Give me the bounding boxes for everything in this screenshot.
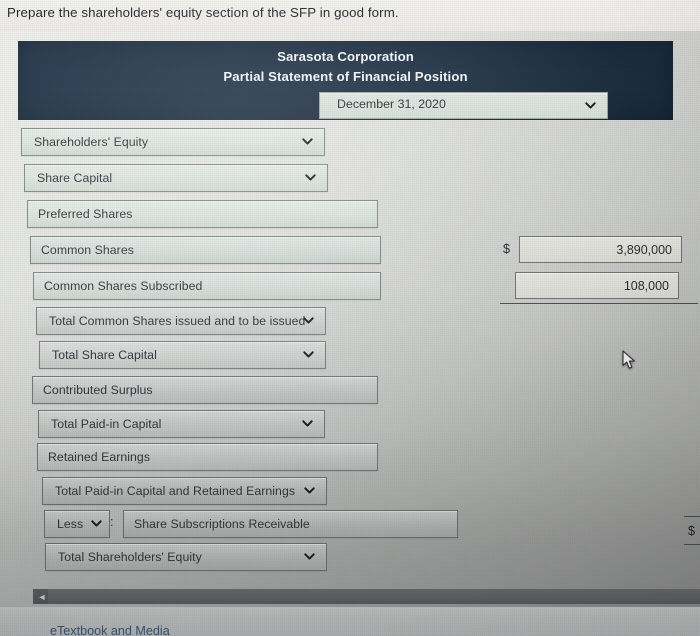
row-contributed-surplus[interactable]: Contributed Surplus [32, 376, 378, 404]
row-common-shares-subscribed[interactable]: Common Shares Subscribed [33, 272, 381, 300]
row-total-paid-in-capital[interactable]: Total Paid-in Capital [38, 410, 325, 438]
row-less-select[interactable]: Less [44, 510, 110, 538]
row-label: Total Share Capital [52, 348, 157, 362]
chevron-down-icon [302, 418, 313, 429]
chevron-down-icon [305, 172, 316, 183]
row-label: Share Subscriptions Receivable [134, 517, 310, 531]
chevron-down-icon [303, 315, 314, 326]
chevron-down-icon [585, 100, 596, 111]
less-separator: : [110, 515, 114, 529]
worksheet-screen: Prepare the shareholders' equity section… [0, 0, 700, 636]
currency-symbol: $ [503, 242, 511, 256]
row-common-shares[interactable]: Common Shares [30, 236, 381, 264]
chevron-down-icon [304, 551, 315, 562]
row-shareholders-equity[interactable]: Shareholders' Equity [21, 128, 325, 156]
row-label: Total Paid-in Capital and Retained Earni… [55, 484, 296, 498]
row-total-shareholders-equity[interactable]: Total Shareholders' Equity [45, 543, 327, 571]
mouse-cursor-icon [622, 350, 635, 369]
row-label: Total Shareholders' Equity [58, 550, 202, 564]
row-share-capital[interactable]: Share Capital [24, 164, 328, 192]
row-label: Total Paid-in Capital [51, 417, 162, 431]
row-label: Shareholders' Equity [34, 135, 149, 149]
row-label: Retained Earnings [48, 450, 151, 464]
subtotal-rule [500, 303, 698, 304]
row-total-paid-in-and-retained[interactable]: Total Paid-in Capital and Retained Earni… [42, 477, 327, 505]
date-select[interactable]: December 31, 2020 [319, 92, 608, 119]
value-common-shares-subscribed[interactable]: 108,000 [515, 272, 679, 299]
prompt-bar: Prepare the shareholders' equity section… [0, 0, 700, 31]
page-title: Prepare the shareholders' equity section… [7, 5, 399, 20]
row-total-common-shares-issued[interactable]: Total Common Shares issued and to be iss… [36, 307, 326, 335]
row-label: Common Shares [41, 243, 134, 257]
row-label: Total Common Shares issued and to be iss… [49, 314, 306, 328]
row-retained-earnings[interactable]: Retained Earnings [37, 443, 378, 471]
edge-rule-top [684, 516, 700, 517]
company-name: Sarasota Corporation [277, 49, 414, 64]
scroll-left-arrow-icon[interactable]: ◄ [36, 591, 48, 603]
edge-currency-symbol: $ [688, 524, 696, 538]
row-label: Contributed Surplus [43, 383, 153, 397]
row-label: Share Capital [37, 171, 113, 185]
row-total-share-capital[interactable]: Total Share Capital [39, 341, 326, 369]
value-text: 3,890,000 [616, 242, 672, 257]
statement-title: Partial Statement of Financial Position [223, 69, 468, 84]
value-common-shares[interactable]: 3,890,000 [519, 236, 682, 263]
row-label: Less [57, 517, 84, 531]
date-select-value: December 31, 2020 [337, 97, 446, 111]
edge-value-group: $ [684, 498, 700, 564]
chevron-down-icon [91, 518, 102, 529]
value-text: 108,000 [623, 278, 669, 293]
chevron-down-icon [303, 349, 314, 360]
scrollbar-thumb[interactable] [48, 589, 700, 604]
chevron-down-icon [304, 485, 315, 496]
row-share-subscriptions-receivable[interactable]: Share Subscriptions Receivable [123, 510, 458, 538]
row-preferred-shares[interactable]: Preferred Shares [27, 200, 378, 228]
row-label: Common Shares Subscribed [44, 279, 203, 293]
edge-rule-bottom [684, 544, 700, 545]
etextbook-and-media-link[interactable]: eTextbook and Media [50, 624, 170, 636]
row-label: Preferred Shares [38, 207, 133, 221]
chevron-down-icon [302, 136, 313, 147]
horizontal-scrollbar[interactable] [33, 589, 700, 604]
